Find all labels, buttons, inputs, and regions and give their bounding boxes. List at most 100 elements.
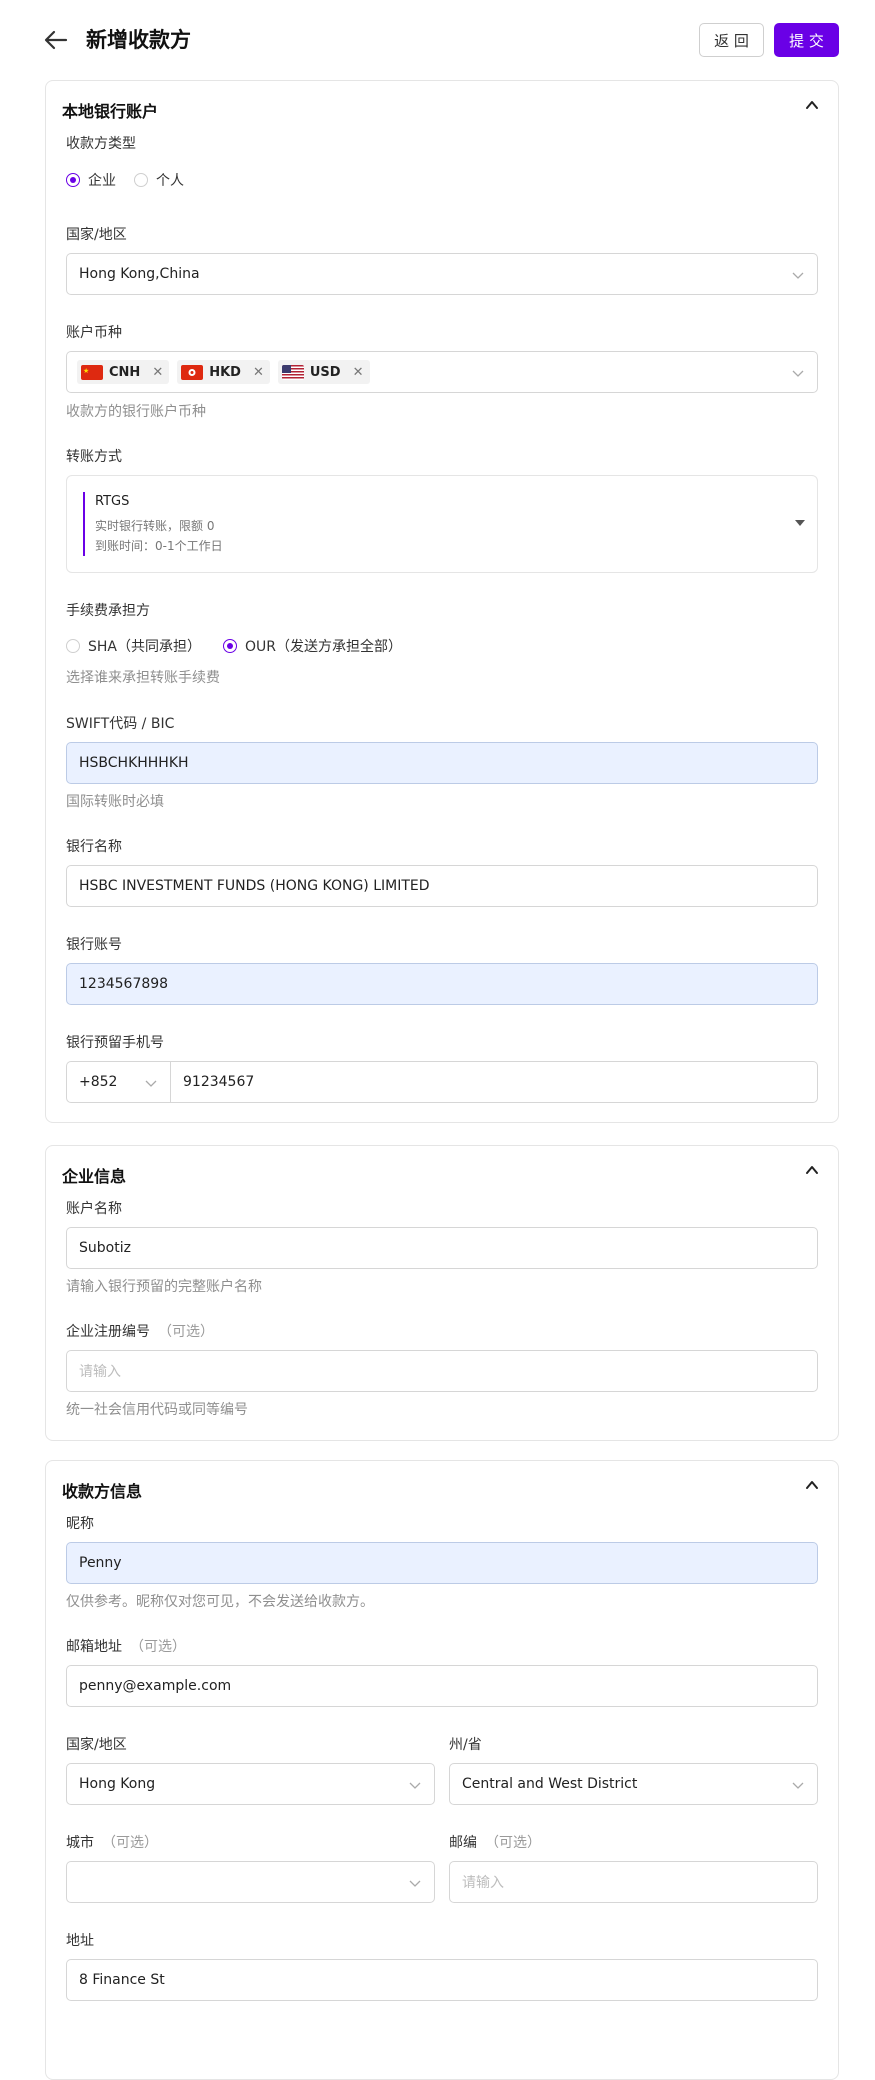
- swift-value: HSBCHKHHHKH: [79, 755, 189, 771]
- radio-sha-label: SHA（共同承担）: [88, 639, 201, 655]
- chevron-down-icon: [409, 1880, 421, 1887]
- state-select[interactable]: Central and West District: [449, 1763, 818, 1805]
- optional-tag: （可选）: [485, 1835, 541, 1851]
- city-label-text: 城市: [66, 1835, 94, 1851]
- email-input[interactable]: penny@example.com: [66, 1665, 818, 1707]
- radio-checked-icon: [66, 173, 80, 187]
- method-accent-bar: [83, 492, 85, 556]
- radio-enterprise-label: 企业: [88, 173, 116, 189]
- phone-code-select[interactable]: +852: [66, 1061, 170, 1103]
- page-title: 新增收款方: [86, 28, 191, 52]
- close-icon[interactable]: ✕: [152, 365, 163, 380]
- back-button[interactable]: 返 回: [699, 23, 764, 57]
- chevron-down-icon: [792, 1782, 804, 1789]
- account-number-value: 1234567898: [79, 976, 169, 992]
- email-value: penny@example.com: [79, 1678, 232, 1694]
- currency-tag-usd-label: USD: [309, 364, 341, 380]
- payee-country-value: Hong Kong: [79, 1776, 156, 1792]
- city-label: 城市 （可选）: [66, 1832, 158, 1852]
- account-name-value: Subotiz: [79, 1240, 131, 1256]
- address-input[interactable]: 8 Finance St: [66, 1959, 818, 2001]
- reg-number-hint: 统一社会信用代码或同等编号: [66, 1402, 248, 1418]
- currency-tag-cnh: ★ CNH ✕: [77, 360, 170, 384]
- arrow-left-icon[interactable]: [42, 27, 70, 53]
- address-label: 地址: [66, 1933, 94, 1949]
- submit-button[interactable]: 提 交: [774, 23, 839, 57]
- currency-tag-usd: USD ✕: [277, 360, 370, 384]
- bank-account-card: 本地银行账户 收款方类型 企业 个人 国家/地区 Hong Kong,China…: [45, 80, 839, 1123]
- company-info-card: 企业信息 账户名称 Subotiz 请输入银行预留的完整账户名称 企业注册编号 （…: [45, 1145, 839, 1441]
- radio-our[interactable]: OUR（发送方承担全部）: [223, 636, 402, 656]
- radio-checked-icon: [223, 639, 237, 653]
- country-select[interactable]: Hong Kong,China: [66, 253, 818, 295]
- currency-label: 账户币种: [66, 325, 122, 341]
- nickname-input[interactable]: Penny: [66, 1542, 818, 1584]
- phone-label: 银行预留手机号: [66, 1035, 164, 1051]
- phone-code-value: +852: [79, 1074, 118, 1090]
- bank-name-input[interactable]: HSBC INVESTMENT FUNDS (HONG KONG) LIMITE…: [66, 865, 818, 907]
- caret-down-icon: [795, 520, 805, 526]
- nickname-label: 昵称: [66, 1516, 94, 1532]
- reg-number-label: 企业注册编号 （可选）: [66, 1321, 214, 1341]
- swift-input[interactable]: HSBCHKHHHKH: [66, 742, 818, 784]
- postcode-placeholder: 请输入: [462, 1875, 504, 1891]
- company-info-title: 企业信息: [62, 1167, 127, 1186]
- method-desc-line2: 到账时间：0-1个工作日: [95, 539, 223, 553]
- nickname-hint: 仅供参考。昵称仅对您可见，不会发送给收款方。: [66, 1594, 374, 1610]
- transfer-method-select[interactable]: RTGS 实时银行转账，限额 0 到账时间：0-1个工作日: [66, 475, 818, 573]
- reg-number-input[interactable]: 请输入: [66, 1350, 818, 1392]
- hong-kong-flag-icon: [181, 364, 204, 380]
- currency-tag-hkd: HKD ✕: [177, 360, 270, 384]
- chevron-down-icon: [792, 370, 804, 377]
- phone-number-input[interactable]: 91234567: [170, 1061, 818, 1103]
- fee-bearer-hint: 选择谁来承担转账手续费: [66, 670, 220, 686]
- currency-hint: 收款方的银行账户币种: [66, 404, 206, 420]
- country-value: Hong Kong,China: [79, 266, 200, 282]
- country-label: 国家/地区: [66, 227, 127, 243]
- close-icon[interactable]: ✕: [353, 365, 364, 380]
- radio-sha[interactable]: SHA（共同承担）: [66, 636, 201, 656]
- account-number-input[interactable]: 1234567898: [66, 963, 818, 1005]
- reg-number-placeholder: 请输入: [79, 1364, 121, 1380]
- optional-tag: （可选）: [158, 1324, 214, 1340]
- email-label: 邮箱地址 （可选）: [66, 1636, 186, 1656]
- account-name-hint: 请输入银行预留的完整账户名称: [66, 1279, 262, 1295]
- postcode-input[interactable]: 请输入: [449, 1861, 818, 1903]
- swift-hint: 国际转账时必填: [66, 794, 164, 810]
- close-icon[interactable]: ✕: [253, 365, 264, 380]
- payee-info-card: 收款方信息 昵称 Penny 仅供参考。昵称仅对您可见，不会发送给收款方。 邮箱…: [45, 1460, 839, 2080]
- transfer-method-label: 转账方式: [66, 449, 122, 465]
- swift-label: SWIFT代码 / BIC: [66, 716, 175, 732]
- china-flag-icon: ★: [81, 364, 103, 380]
- address-value: 8 Finance St: [79, 1972, 165, 1988]
- bank-account-title: 本地银行账户: [62, 102, 159, 121]
- chevron-up-icon[interactable]: [804, 1162, 820, 1178]
- chevron-down-icon: [145, 1080, 157, 1087]
- chevron-down-icon: [792, 272, 804, 279]
- payee-country-select[interactable]: Hong Kong: [66, 1763, 435, 1805]
- optional-tag: （可选）: [102, 1835, 158, 1851]
- radio-enterprise[interactable]: 企业: [66, 170, 116, 190]
- city-select[interactable]: [66, 1861, 435, 1903]
- account-name-input[interactable]: Subotiz: [66, 1227, 818, 1269]
- method-desc-line1: 实时银行转账，限额 0: [95, 519, 215, 533]
- chevron-up-icon[interactable]: [804, 97, 820, 113]
- currency-multiselect[interactable]: ★ CNH ✕ HKD ✕ USD ✕: [66, 351, 818, 393]
- chevron-up-icon[interactable]: [804, 1477, 820, 1493]
- state-label: 州/省: [449, 1737, 482, 1753]
- fee-bearer-radio-group: SHA（共同承担） OUR（发送方承担全部）: [66, 636, 420, 656]
- chevron-down-icon: [409, 1782, 421, 1789]
- optional-tag: （可选）: [130, 1639, 186, 1655]
- currency-tag-hkd-label: HKD: [209, 364, 241, 380]
- account-name-label: 账户名称: [66, 1201, 122, 1217]
- postcode-label-text: 邮编: [449, 1835, 477, 1851]
- fee-bearer-label: 手续费承担方: [66, 603, 150, 619]
- nickname-value: Penny: [79, 1555, 122, 1571]
- email-label-text: 邮箱地址: [66, 1639, 122, 1655]
- account-number-label: 银行账号: [66, 937, 122, 953]
- radio-our-label: OUR（发送方承担全部）: [245, 639, 402, 655]
- payee-type-radio-group: 企业 个人: [66, 170, 202, 190]
- payee-type-label: 收款方类型: [66, 136, 136, 152]
- method-title: RTGS: [95, 494, 130, 509]
- radio-individual[interactable]: 个人: [134, 170, 184, 190]
